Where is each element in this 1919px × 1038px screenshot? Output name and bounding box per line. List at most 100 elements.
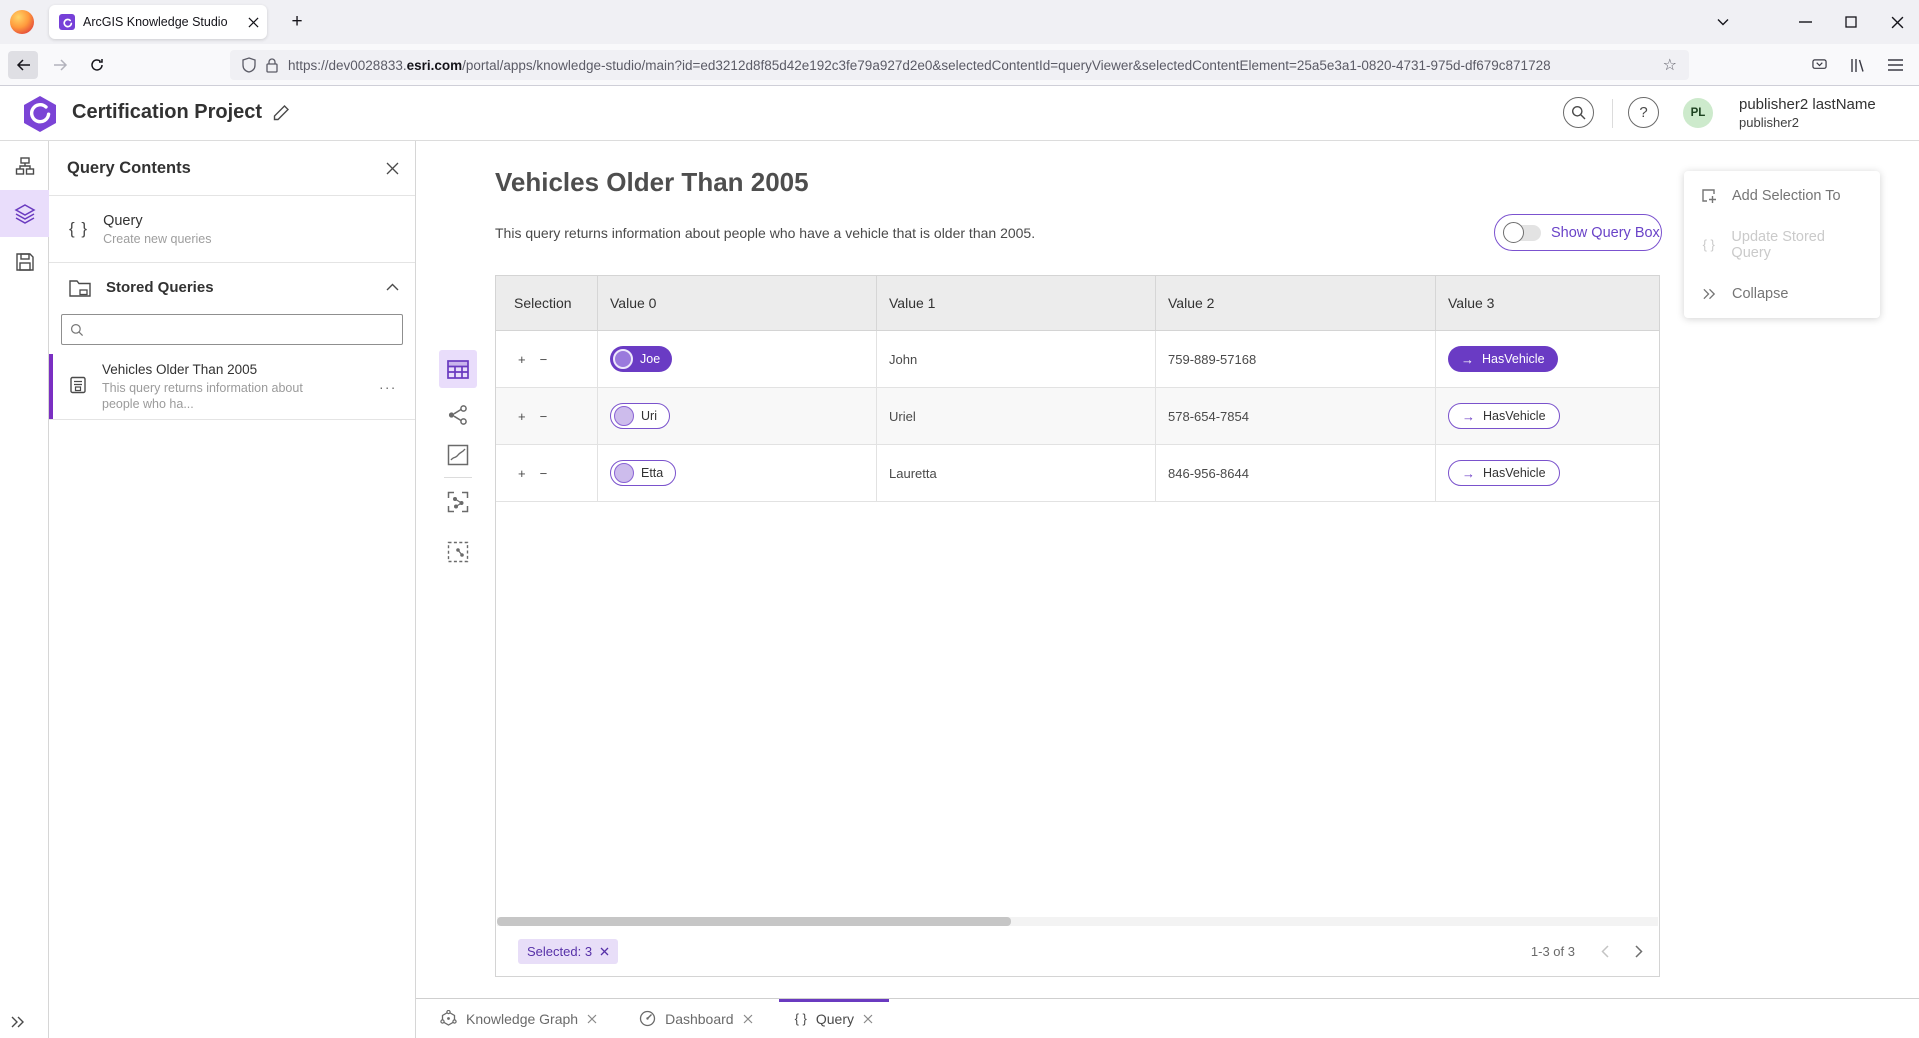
stored-query-item[interactable]: Vehicles Older Than 2005 This query retu… <box>49 354 415 420</box>
column-header[interactable]: Value 0 <box>598 276 877 330</box>
toggle-label: Show Query Box <box>1551 225 1660 241</box>
selected-count-chip[interactable]: Selected: 3 <box>518 939 618 964</box>
map-view-button[interactable] <box>442 439 474 471</box>
browser-window: ArcGIS Knowledge Studio + http <box>0 0 1919 1038</box>
stored-query-title: Vehicles Older Than 2005 <box>102 362 375 377</box>
stored-query-doc-icon <box>69 376 87 394</box>
menu-hamburger-icon[interactable] <box>1880 51 1910 79</box>
stored-queries-header[interactable]: Stored Queries <box>49 263 415 311</box>
table-row[interactable]: + − Etta Lauretta 846-956-8644 →HasVehic… <box>496 445 1659 502</box>
url-bar[interactable]: https://dev0028833.esri.com/portal/apps/… <box>230 50 1689 80</box>
horizontal-scrollbar[interactable] <box>497 917 1658 926</box>
header-divider <box>1612 99 1613 128</box>
add-to-link-chart-button[interactable] <box>442 486 474 518</box>
window-close-button[interactable] <box>1884 10 1910 34</box>
window-minimize-button[interactable] <box>1792 10 1818 34</box>
sidebar-item-saved[interactable] <box>0 238 49 285</box>
menu-item-add-selection-to[interactable]: Add Selection To <box>1684 171 1880 220</box>
menu-item-update-stored-query[interactable]: { } Update Stored Query <box>1684 220 1880 269</box>
selection-dashed-icon <box>447 541 469 563</box>
item-options-ellipsis-icon[interactable]: ... <box>379 376 397 392</box>
select-minus-button[interactable]: − <box>540 352 548 367</box>
pocket-icon[interactable] <box>1804 51 1834 79</box>
select-minus-button[interactable]: − <box>540 409 548 424</box>
column-header[interactable]: Value 3 <box>1436 276 1661 330</box>
table-footer: Selected: 3 1-3 of 3 <box>496 926 1659 976</box>
toggle-knob[interactable] <box>1503 222 1524 243</box>
workspace: Query Contents { } Query Create new quer… <box>0 141 1919 1038</box>
pagination-range: 1-3 of 3 <box>1531 944 1575 959</box>
project-title: Certification Project <box>72 101 262 124</box>
table-row[interactable]: + − Uri Uriel 578-654-7854 →HasVehicle <box>496 388 1659 445</box>
sidebar-item-contents[interactable] <box>0 190 49 237</box>
add-selection-icon <box>1701 188 1717 204</box>
tab-close-icon[interactable] <box>248 17 259 28</box>
tab-dashboard[interactable]: Dashboard <box>623 999 769 1038</box>
entity-pill[interactable]: Uri <box>610 403 670 429</box>
toggle-track[interactable] <box>1505 225 1541 241</box>
page-previous-icon[interactable] <box>1601 945 1609 958</box>
user-name-block[interactable]: publisher2 lastName publisher2 <box>1739 95 1876 131</box>
url-text[interactable]: https://dev0028833.esri.com/portal/apps/… <box>288 58 1653 73</box>
link-chart-button[interactable] <box>442 399 474 431</box>
list-tabs-chevron-icon[interactable] <box>1710 10 1736 34</box>
relationship-pill[interactable]: →HasVehicle <box>1448 346 1558 372</box>
lock-icon[interactable] <box>266 58 278 73</box>
search-icon <box>1571 105 1586 120</box>
add-to-map-button[interactable] <box>442 536 474 568</box>
stored-queries-search[interactable] <box>61 314 403 345</box>
tab-query[interactable]: { } Query <box>779 999 889 1038</box>
bookmark-star-icon[interactable]: ☆ <box>1663 55 1677 75</box>
forward-button[interactable] <box>45 51 75 79</box>
back-button[interactable] <box>8 51 38 79</box>
table-row[interactable]: + − Joe John 759-889-57168 →HasVehicle <box>496 331 1659 388</box>
tab-close-icon[interactable] <box>863 1014 873 1024</box>
browser-tabstrip: ArcGIS Knowledge Studio + <box>0 0 1919 44</box>
select-plus-button[interactable]: + <box>518 409 526 424</box>
app-header: Certification Project ? PL publisher2 la… <box>0 86 1919 141</box>
edit-pencil-icon[interactable] <box>272 104 290 122</box>
tab-close-icon[interactable] <box>743 1014 753 1024</box>
select-minus-button[interactable]: − <box>540 466 548 481</box>
page-description: This query returns information about peo… <box>495 225 1035 241</box>
table-view-button[interactable] <box>439 350 477 388</box>
chevron-up-icon[interactable] <box>386 283 399 291</box>
arcgis-favicon-icon <box>59 14 75 30</box>
stored-queries-search-input[interactable] <box>90 322 394 337</box>
panel-close-icon[interactable] <box>386 162 399 175</box>
scrollbar-thumb[interactable] <box>497 917 1011 926</box>
menu-item-collapse[interactable]: Collapse <box>1684 269 1880 318</box>
column-header[interactable]: Selection <box>496 276 598 330</box>
window-maximize-button[interactable] <box>1838 10 1864 34</box>
table-header-row: Selection Value 0 Value 1 Value 2 Value … <box>496 276 1659 331</box>
entity-pill[interactable]: Joe <box>610 346 672 372</box>
help-button[interactable]: ? <box>1628 97 1659 128</box>
reload-button[interactable] <box>82 51 112 79</box>
firefox-icon[interactable] <box>10 10 34 34</box>
user-full-name: publisher2 lastName <box>1739 95 1876 114</box>
tab-close-icon[interactable] <box>587 1014 597 1024</box>
query-item[interactable]: { } Query Create new queries <box>49 196 415 263</box>
tab-knowledge-graph[interactable]: Knowledge Graph <box>424 999 613 1038</box>
select-plus-button[interactable]: + <box>518 466 526 481</box>
view-tabs-bar: Knowledge Graph Dashboard { } Query <box>416 998 1919 1038</box>
chip-close-icon[interactable] <box>600 947 609 956</box>
browser-tab[interactable]: ArcGIS Knowledge Studio <box>49 5 267 39</box>
library-icon[interactable] <box>1842 51 1872 79</box>
avatar[interactable]: PL <box>1683 98 1713 128</box>
select-plus-button[interactable]: + <box>518 352 526 367</box>
show-query-box-toggle[interactable]: Show Query Box <box>1494 214 1662 251</box>
column-header[interactable]: Value 1 <box>877 276 1156 330</box>
new-tab-button[interactable]: + <box>283 8 311 36</box>
relationship-pill[interactable]: →HasVehicle <box>1448 460 1560 486</box>
entity-pill[interactable]: Etta <box>610 460 676 486</box>
relationship-pill[interactable]: →HasVehicle <box>1448 403 1560 429</box>
dashboard-gauge-icon <box>639 1010 656 1027</box>
sidebar-item-data-model[interactable] <box>0 142 49 189</box>
page-next-icon[interactable] <box>1635 945 1643 958</box>
expand-rail-button[interactable] <box>10 1016 26 1028</box>
search-button[interactable] <box>1563 97 1594 128</box>
panel-title: Query Contents <box>67 159 386 178</box>
tracking-shield-icon[interactable] <box>242 57 256 73</box>
column-header[interactable]: Value 2 <box>1156 276 1436 330</box>
